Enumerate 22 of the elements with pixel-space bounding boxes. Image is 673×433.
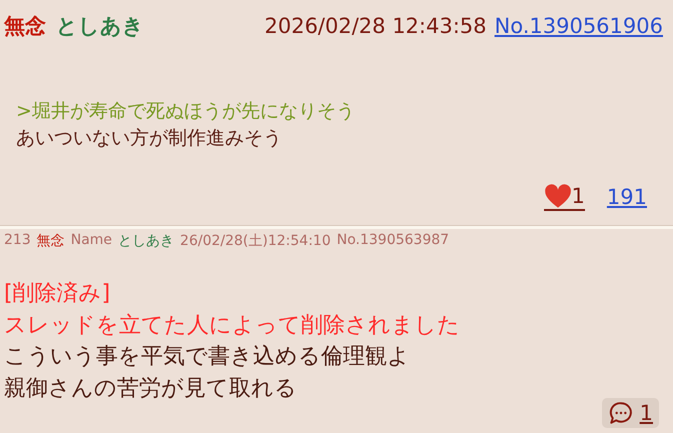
heart-icon bbox=[544, 183, 572, 209]
post-number: No.1390563987 bbox=[336, 232, 450, 250]
post-date: 26/02/28(土)12:54:10 bbox=[180, 232, 331, 250]
poster-name: としあき bbox=[56, 13, 144, 40]
reply-count-button[interactable]: 1 bbox=[602, 398, 659, 428]
post-date: 2026/02/28 12:43:58 bbox=[264, 14, 487, 38]
post-index: 213 bbox=[4, 232, 31, 250]
deleted-notice: [削除済み] bbox=[4, 280, 112, 308]
speech-bubble-icon bbox=[608, 400, 634, 426]
poster-name: としあき bbox=[118, 232, 174, 250]
post-number-link[interactable]: No.1390561906 bbox=[494, 14, 663, 38]
name-label: Name bbox=[70, 232, 112, 250]
post-text: こういう事を平気で書き込める倫理観よ bbox=[4, 343, 411, 371]
post-subject: 無念 bbox=[36, 232, 65, 250]
deleted-notice: スレッドを立てた人によって削除されました bbox=[4, 312, 461, 340]
post-text: あいついない方が制作進みそう bbox=[16, 126, 283, 151]
view-count-link[interactable]: 191 bbox=[606, 185, 647, 209]
quote-text: >堀井が寿命で死ぬほうが先になりそう bbox=[16, 99, 356, 124]
post-subject: 無念 bbox=[4, 13, 46, 40]
like-count: 1 bbox=[572, 184, 585, 208]
post-text: 親御さんの苦労が見て取れる bbox=[4, 374, 298, 402]
like-button[interactable]: 1 bbox=[544, 183, 585, 211]
